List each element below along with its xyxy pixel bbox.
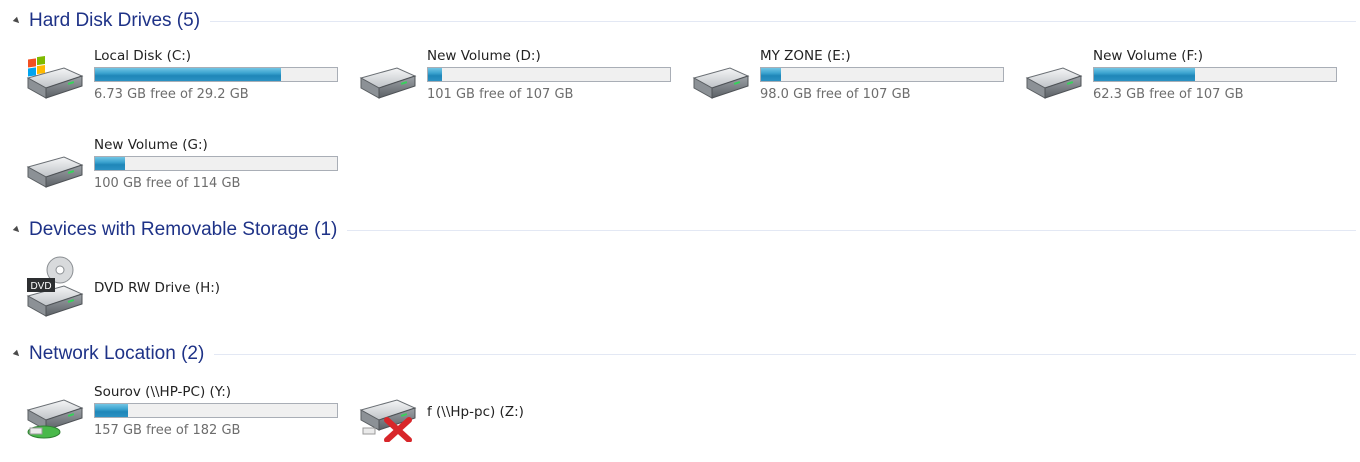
usage-bar-fill bbox=[428, 68, 442, 81]
free-space-text: 98.0 GB free of 107 GB bbox=[760, 87, 911, 102]
usage-bar-fill bbox=[1094, 68, 1196, 81]
usage-bar bbox=[427, 67, 671, 82]
dvd-label: DVD bbox=[30, 281, 51, 292]
drive-name: DVD RW Drive (H:) bbox=[94, 280, 221, 296]
collapse-arrow-icon[interactable] bbox=[12, 16, 22, 26]
drive-y[interactable]: Sourov (\\HP-PC) (Y:) 157 GB free of 182… bbox=[24, 382, 354, 446]
usage-bar bbox=[94, 67, 338, 82]
disconnected-network-drive-icon bbox=[360, 399, 416, 442]
group-divider bbox=[214, 353, 1356, 355]
hard-drive-icon bbox=[1023, 56, 1083, 102]
hard-drive-icon bbox=[690, 56, 750, 102]
free-space-text: 100 GB free of 114 GB bbox=[94, 176, 241, 191]
collapse-arrow-icon[interactable] bbox=[12, 225, 22, 235]
drive-name: New Volume (D:) bbox=[427, 48, 541, 64]
group-header-hard-disk-drives[interactable]: Hard Disk Drives (5) bbox=[0, 8, 1356, 34]
usage-bar bbox=[94, 156, 338, 171]
windows-drive-icon bbox=[24, 56, 84, 102]
group-title: Network Location (2) bbox=[29, 343, 205, 364]
drive-name: New Volume (G:) bbox=[94, 137, 208, 153]
drive-name: Sourov (\\HP-PC) (Y:) bbox=[94, 384, 232, 400]
usage-bar bbox=[1093, 67, 1337, 82]
drive-f[interactable]: New Volume (F:) 62.3 GB free of 107 GB bbox=[1023, 46, 1353, 102]
free-space-text: 62.3 GB free of 107 GB bbox=[1093, 87, 1244, 102]
dvd-drive-icon: DVD bbox=[27, 256, 83, 317]
free-space-text: 157 GB free of 182 GB bbox=[94, 423, 241, 438]
usage-bar-fill bbox=[95, 157, 125, 170]
free-space-text: 6.73 GB free of 29.2 GB bbox=[94, 87, 249, 102]
collapse-arrow-icon[interactable] bbox=[12, 349, 22, 359]
group-divider bbox=[347, 229, 1356, 231]
usage-bar bbox=[760, 67, 1004, 82]
drive-c[interactable]: Local Disk (C:) 6.73 GB free of 29.2 GB bbox=[24, 46, 354, 102]
drive-h[interactable]: DVD DVD RW Drive (H:) bbox=[24, 256, 354, 320]
group-title: Devices with Removable Storage (1) bbox=[29, 219, 338, 240]
network-drive-icon bbox=[27, 399, 83, 439]
drive-name: MY ZONE (E:) bbox=[760, 48, 851, 64]
hard-drive-icon bbox=[24, 145, 84, 191]
drive-d[interactable]: New Volume (D:) 101 GB free of 107 GB bbox=[357, 46, 687, 102]
group-divider bbox=[210, 20, 1356, 22]
group-header-network-location[interactable]: Network Location (2) bbox=[0, 341, 1356, 367]
drive-g[interactable]: New Volume (G:) 100 GB free of 114 GB bbox=[24, 135, 354, 191]
usage-bar-fill bbox=[95, 68, 282, 81]
drive-name: New Volume (F:) bbox=[1093, 48, 1204, 64]
drive-e[interactable]: MY ZONE (E:) 98.0 GB free of 107 GB bbox=[690, 46, 1020, 102]
hard-drive-icon bbox=[357, 56, 417, 102]
usage-bar-fill bbox=[95, 404, 129, 417]
group-title: Hard Disk Drives (5) bbox=[29, 10, 201, 31]
free-space-text: 101 GB free of 107 GB bbox=[427, 87, 574, 102]
drive-name: f (\\Hp-pc) (Z:) bbox=[427, 404, 524, 420]
drive-name: Local Disk (C:) bbox=[94, 48, 192, 64]
group-header-removable-storage[interactable]: Devices with Removable Storage (1) bbox=[0, 217, 1356, 243]
usage-bar-fill bbox=[761, 68, 782, 81]
usage-bar bbox=[94, 403, 338, 418]
drive-z[interactable]: f (\\Hp-pc) (Z:) bbox=[357, 382, 687, 446]
